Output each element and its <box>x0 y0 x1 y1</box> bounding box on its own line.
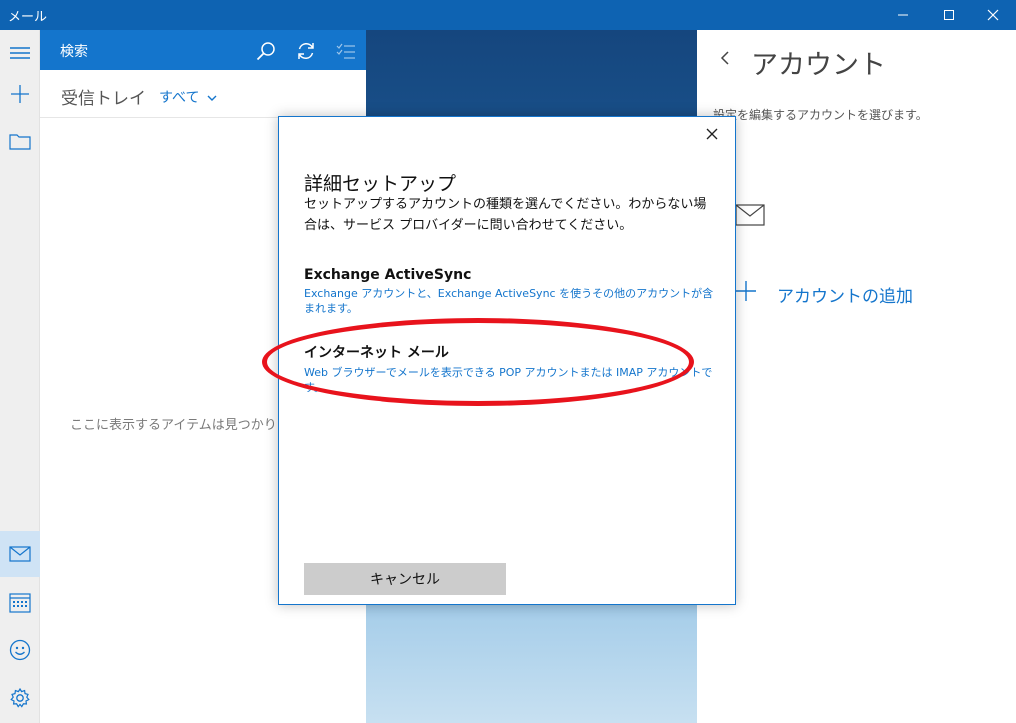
minimize-icon <box>898 14 908 16</box>
account-mail-item[interactable] <box>735 204 765 230</box>
dialog-close-button[interactable] <box>703 125 721 143</box>
chevron-down-icon <box>207 95 217 101</box>
minimize-button[interactable] <box>880 0 926 30</box>
left-rail <box>0 30 40 723</box>
add-account-button[interactable] <box>735 280 757 306</box>
close-window-button[interactable] <box>970 0 1016 30</box>
plus-icon <box>11 85 29 103</box>
calendar-nav-button[interactable] <box>0 579 40 625</box>
close-icon <box>706 128 718 140</box>
folder-name: 受信トレイ <box>61 89 146 109</box>
option-name: Exchange ActiveSync <box>304 267 472 283</box>
hamburger-icon <box>10 47 30 59</box>
calendar-icon <box>9 593 31 613</box>
select-icon <box>336 43 355 59</box>
filter-dropdown[interactable]: すべて <box>159 87 217 107</box>
gear-icon <box>10 687 30 708</box>
title-bar: メール <box>0 0 1016 30</box>
maximize-icon <box>944 10 954 20</box>
account-pane: アカウント 設定を編集するアカウントを選びます。 アカウントの追加 <box>697 30 1016 723</box>
smiley-icon <box>9 639 31 661</box>
advanced-setup-dialog: 詳細セットアップ セットアップするアカウントの種類を選んでください。わからない場… <box>278 116 736 605</box>
feedback-button[interactable] <box>0 627 40 673</box>
search-icon <box>256 42 275 61</box>
empty-list-message: ここに表示するアイテムは見つかりませ <box>70 418 303 433</box>
option-name: インターネット メール <box>304 345 449 361</box>
filter-label[interactable]: すべて <box>159 90 199 106</box>
sync-button[interactable] <box>293 38 319 64</box>
mail-nav-button[interactable] <box>0 531 40 577</box>
maximize-button[interactable] <box>926 0 972 30</box>
dialog-description: セットアップするアカウントの種類を選んでください。わからない場合は、サービス プ… <box>304 197 707 233</box>
back-icon <box>720 51 729 65</box>
option-exchange-activesync[interactable]: Exchange ActiveSync Exchange アカウントと、Exch… <box>304 267 714 316</box>
search-button[interactable] <box>253 38 279 64</box>
folder-icon <box>9 134 31 150</box>
dialog-title: 詳細セットアップ <box>304 173 457 195</box>
search-label[interactable]: 検索 <box>60 41 88 61</box>
close-icon <box>987 9 999 21</box>
settings-button[interactable] <box>0 675 40 721</box>
add-account-label[interactable]: アカウントの追加 <box>777 282 913 307</box>
sync-icon <box>298 43 314 59</box>
option-internet-mail[interactable]: インターネット メール Web ブラウザーでメールを表示できる POP アカウン… <box>304 342 714 395</box>
folders-button[interactable] <box>0 118 40 164</box>
back-button[interactable] <box>719 50 731 70</box>
search-bar[interactable]: 検索 <box>40 30 366 70</box>
add-icon <box>736 281 756 301</box>
account-hint: 設定を編集するアカウントを選びます。 <box>713 108 928 122</box>
option-description: Web ブラウザーでメールを表示できる POP アカウントまたは IMAP アカ… <box>304 366 713 394</box>
mail-icon <box>735 204 765 226</box>
mail-icon <box>9 546 31 562</box>
option-description: Exchange アカウントと、Exchange ActiveSync を使うそ… <box>304 287 714 315</box>
account-heading: アカウント <box>751 50 886 81</box>
menu-button[interactable] <box>0 30 40 76</box>
new-mail-button[interactable] <box>0 71 40 117</box>
window-title: メール <box>8 10 48 25</box>
select-mode-button[interactable] <box>333 38 359 64</box>
cancel-button[interactable]: キャンセル <box>304 563 506 595</box>
